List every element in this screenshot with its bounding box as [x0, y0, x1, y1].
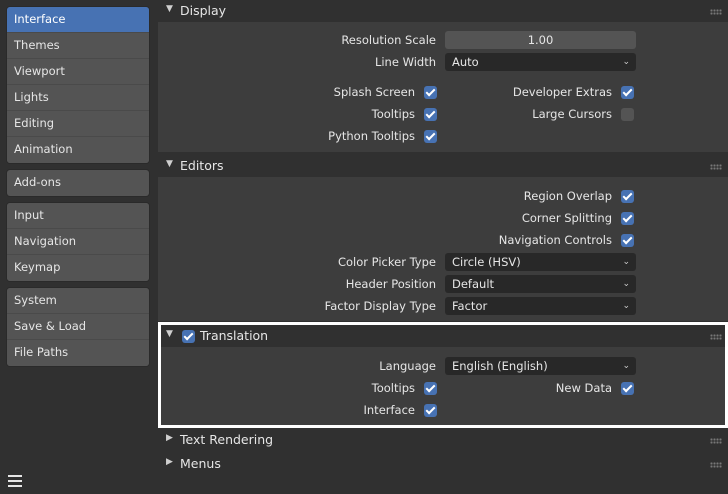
- sidebar-item-keymap[interactable]: Keymap: [7, 255, 149, 281]
- language-label: Language: [379, 359, 436, 373]
- hamburger-menu-icon[interactable]: [8, 475, 22, 487]
- sidebar-group-input: Input Navigation Keymap: [6, 202, 150, 282]
- region-overlap-checkbox[interactable]: [621, 190, 634, 203]
- color-picker-type-dropdown[interactable]: Circle (HSV) ⌄: [445, 253, 636, 271]
- python-tooltips-checkbox[interactable]: [424, 130, 437, 143]
- chevron-down-icon: ⌄: [622, 361, 630, 371]
- translation-enable-checkbox[interactable]: [182, 330, 195, 343]
- factor-display-type-value: Factor: [452, 299, 488, 313]
- chevron-down-icon: ⌄: [622, 301, 630, 311]
- sidebar-item-system[interactable]: System: [7, 288, 149, 314]
- sidebar-item-editing[interactable]: Editing: [7, 111, 149, 137]
- panel-header-display[interactable]: ▼ Display: [158, 0, 728, 22]
- sidebar-item-interface[interactable]: Interface: [7, 7, 149, 33]
- panel-title: Display: [180, 3, 227, 18]
- sidebar-item-themes[interactable]: Themes: [7, 33, 149, 59]
- drag-grip-icon[interactable]: [710, 164, 722, 170]
- sidebar-item-input[interactable]: Input: [7, 203, 149, 229]
- corner-splitting-label: Corner Splitting: [521, 211, 612, 225]
- translate-tooltips-label: Tooltips: [371, 381, 415, 395]
- developer-extras-checkbox[interactable]: [621, 86, 634, 99]
- sidebar-item-file-paths[interactable]: File Paths: [7, 340, 149, 366]
- line-width-dropdown[interactable]: Auto ⌄: [445, 53, 636, 71]
- chevron-down-icon: ⌄: [622, 279, 630, 289]
- large-cursors-label: Large Cursors: [532, 107, 612, 121]
- splash-screen-checkbox[interactable]: [424, 86, 437, 99]
- chevron-down-icon: ⌄: [622, 257, 630, 267]
- navigation-controls-checkbox[interactable]: [621, 234, 634, 247]
- translate-interface-label: Interface: [363, 403, 416, 417]
- sidebar-item-animation[interactable]: Animation: [7, 137, 149, 163]
- panel-header-editors[interactable]: ▼ Editors: [158, 155, 728, 177]
- drag-grip-icon[interactable]: [710, 334, 722, 340]
- language-value: English (English): [452, 359, 548, 373]
- splash-screen-label: Splash Screen: [333, 85, 415, 99]
- panel-title: Editors: [180, 158, 224, 173]
- header-position-dropdown[interactable]: Default ⌄: [445, 275, 636, 293]
- large-cursors-checkbox[interactable]: [621, 108, 634, 121]
- corner-splitting-checkbox[interactable]: [621, 212, 634, 225]
- sidebar-group-system: System Save & Load File Paths: [6, 287, 150, 367]
- translate-interface-checkbox[interactable]: [424, 404, 437, 417]
- factor-display-type-dropdown[interactable]: Factor ⌄: [445, 297, 636, 315]
- factor-display-type-label: Factor Display Type: [324, 299, 436, 313]
- panel-header-text-rendering[interactable]: ▶ Text Rendering: [158, 429, 728, 451]
- panel-header-menus[interactable]: ▶ Menus: [158, 453, 728, 475]
- color-picker-type-value: Circle (HSV): [452, 255, 521, 269]
- collapse-arrow-icon: ▼: [166, 159, 173, 169]
- preferences-sidebar: Interface Themes Viewport Lights Editing…: [0, 0, 158, 494]
- panel-body-display: Resolution Scale 1.00 Line Width Auto ⌄ …: [158, 22, 728, 152]
- panel-body-editors: Region Overlap Corner Splitting Navigati…: [158, 177, 728, 321]
- drag-grip-icon[interactable]: [710, 462, 722, 468]
- sidebar-item-viewport[interactable]: Viewport: [7, 59, 149, 85]
- region-overlap-label: Region Overlap: [523, 189, 612, 203]
- resolution-scale-field[interactable]: 1.00: [445, 31, 636, 49]
- sidebar-item-navigation[interactable]: Navigation: [7, 229, 149, 255]
- panel-body-translation: Language English (English) ⌄ Tooltips In…: [158, 347, 728, 425]
- language-dropdown[interactable]: English (English) ⌄: [445, 357, 636, 375]
- resolution-scale-label: Resolution Scale: [341, 33, 436, 47]
- panel-title: Text Rendering: [180, 432, 274, 447]
- sidebar-item-lights[interactable]: Lights: [7, 85, 149, 111]
- preferences-main: ▼ Display Resolution Scale 1.00 Line Wid…: [158, 0, 728, 494]
- tooltips-checkbox[interactable]: [424, 108, 437, 121]
- drag-grip-icon[interactable]: [710, 438, 722, 444]
- tooltips-label: Tooltips: [371, 107, 415, 121]
- collapse-arrow-icon: ▼: [166, 329, 173, 339]
- drag-grip-icon[interactable]: [710, 9, 722, 15]
- expand-arrow-icon: ▶: [166, 457, 173, 467]
- panel-title: Translation: [200, 328, 269, 343]
- chevron-down-icon: ⌄: [622, 57, 630, 67]
- translate-new-data-checkbox[interactable]: [621, 382, 634, 395]
- sidebar-item-add-ons[interactable]: Add-ons: [7, 170, 149, 196]
- python-tooltips-label: Python Tooltips: [328, 129, 415, 143]
- line-width-label: Line Width: [374, 55, 436, 69]
- developer-extras-label: Developer Extras: [512, 85, 612, 99]
- panel-header-translation[interactable]: ▼ Translation: [158, 325, 728, 347]
- navigation-controls-label: Navigation Controls: [498, 233, 612, 247]
- translate-new-data-label: New Data: [555, 381, 612, 395]
- sidebar-group-addons: Add-ons: [6, 169, 150, 197]
- panel-title: Menus: [180, 456, 221, 471]
- collapse-arrow-icon: ▼: [166, 4, 173, 14]
- header-position-label: Header Position: [345, 277, 436, 291]
- expand-arrow-icon: ▶: [166, 433, 173, 443]
- color-picker-type-label: Color Picker Type: [337, 255, 436, 269]
- header-position-value: Default: [452, 277, 495, 291]
- sidebar-item-save-load[interactable]: Save & Load: [7, 314, 149, 340]
- line-width-value: Auto: [452, 55, 479, 69]
- translate-tooltips-checkbox[interactable]: [424, 382, 437, 395]
- sidebar-group-ui: Interface Themes Viewport Lights Editing…: [6, 6, 150, 164]
